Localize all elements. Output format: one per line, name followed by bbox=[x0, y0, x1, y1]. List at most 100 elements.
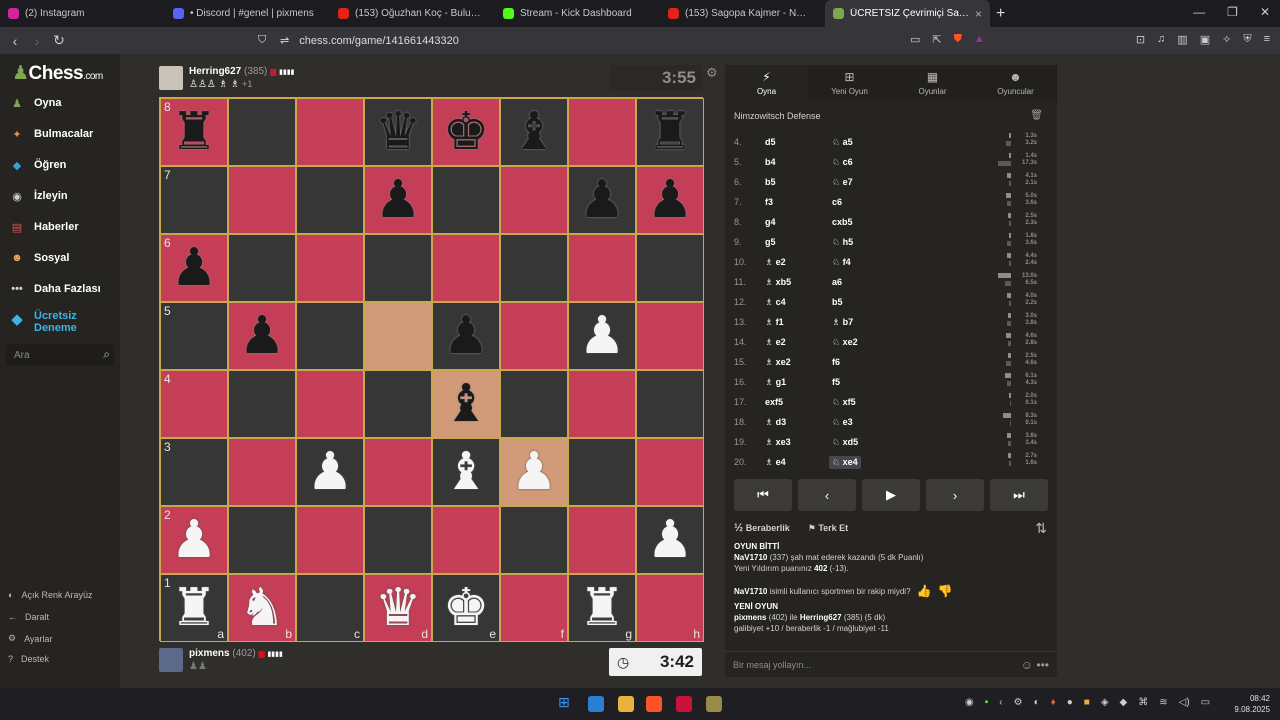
menu-icon[interactable]: ≡ bbox=[1264, 33, 1270, 46]
emoji-icon[interactable]: ☺ bbox=[1021, 658, 1033, 672]
more-options-icon[interactable]: ••• bbox=[1036, 658, 1049, 672]
bookmark-icon[interactable]: ⛉ bbox=[258, 34, 266, 47]
square-c5[interactable] bbox=[296, 302, 364, 370]
system-clock[interactable]: 08:42 9.08.2025 bbox=[1234, 693, 1270, 715]
file-explorer-icon[interactable] bbox=[618, 696, 634, 712]
square-c7[interactable] bbox=[296, 166, 364, 234]
next-move-button[interactable]: › bbox=[926, 479, 984, 511]
black-piece-icon[interactable]: ♟ bbox=[171, 242, 218, 294]
black-piece-icon[interactable]: ♝ bbox=[443, 378, 490, 430]
square-f3[interactable]: ♟ bbox=[500, 438, 568, 506]
square-h5[interactable] bbox=[636, 302, 704, 370]
app-icon[interactable] bbox=[676, 696, 692, 712]
square-d7[interactable]: ♟ bbox=[364, 166, 432, 234]
square-f5[interactable] bbox=[500, 302, 568, 370]
chat-input[interactable]: Bir mesaj yollayın... ☺ ••• bbox=[725, 651, 1057, 677]
restore-icon[interactable]: ❐ bbox=[1227, 5, 1238, 19]
app-icon[interactable] bbox=[706, 696, 722, 712]
tray-icon[interactable]: ◆ bbox=[1120, 697, 1128, 708]
black-piece-icon[interactable]: ♚ bbox=[443, 106, 490, 158]
minimize-icon[interactable]: — bbox=[1193, 5, 1205, 19]
white-move[interactable]: b5 bbox=[765, 177, 776, 187]
tray-icon[interactable]: ♦ bbox=[1051, 697, 1056, 708]
sidebar-item-free-trial[interactable]: ◆ Ücretsiz Deneme bbox=[8, 310, 77, 334]
black-piece-icon[interactable]: ♛ bbox=[375, 106, 422, 158]
square-c2[interactable] bbox=[296, 506, 364, 574]
black-move[interactable]: cxb5 bbox=[832, 217, 853, 227]
bottom-player-name[interactable]: pixmens bbox=[189, 648, 230, 659]
white-piece-icon[interactable]: ♟ bbox=[647, 514, 694, 566]
forward-icon[interactable]: › bbox=[26, 33, 48, 49]
first-move-button[interactable]: ⏮ bbox=[734, 479, 792, 511]
new-tab-button[interactable]: + bbox=[996, 5, 1005, 23]
chesscom-logo[interactable]: ♟Chess.com bbox=[12, 62, 103, 85]
square-a8[interactable]: 8 ♜ bbox=[160, 98, 228, 166]
black-move[interactable]: f6 bbox=[832, 357, 840, 367]
black-piece-icon[interactable]: ♟ bbox=[375, 174, 422, 226]
support-button[interactable]: ? Destek bbox=[8, 654, 49, 664]
opening-name[interactable]: Nimzowitsch Defense bbox=[734, 111, 821, 121]
winner-name[interactable]: NaV1710 bbox=[734, 553, 767, 562]
white-move[interactable]: ♗ xe2 bbox=[765, 357, 791, 368]
browser-tab[interactable]: Stream - Kick Dashboard bbox=[495, 0, 660, 27]
white-piece-icon[interactable]: ♟ bbox=[171, 514, 218, 566]
widgets-icon[interactable] bbox=[588, 696, 604, 712]
square-g1[interactable]: g ♜ bbox=[568, 574, 636, 642]
square-f7[interactable] bbox=[500, 166, 568, 234]
black-move[interactable]: b5 bbox=[832, 297, 843, 307]
white-move[interactable]: ♗ xe3 bbox=[765, 437, 791, 448]
square-e2[interactable] bbox=[432, 506, 500, 574]
volume-icon[interactable]: ◁) bbox=[1179, 697, 1190, 708]
square-f6[interactable] bbox=[500, 234, 568, 302]
tray-icon[interactable]: ⌘ bbox=[1138, 697, 1148, 708]
tray-icon[interactable]: ◐ bbox=[1034, 697, 1040, 708]
square-a6[interactable]: 6 ♟ bbox=[160, 234, 228, 302]
black-move[interactable]: ♘ xd5 bbox=[832, 437, 858, 448]
white-move[interactable]: b4 bbox=[765, 157, 776, 167]
black-piece-icon[interactable]: ♜ bbox=[647, 106, 694, 158]
black-move[interactable]: ♘ e3 bbox=[832, 417, 853, 428]
play-button[interactable]: ▶ bbox=[862, 479, 920, 511]
white-move[interactable]: ♗ e4 bbox=[765, 457, 786, 468]
browser-tab[interactable]: ÜCRETSİZ Çevrimiçi Satranç (× bbox=[825, 0, 990, 27]
square-h8[interactable]: ♜ bbox=[636, 98, 704, 166]
last-move-button[interactable]: ⏭ bbox=[990, 479, 1048, 511]
square-c4[interactable] bbox=[296, 370, 364, 438]
rewards-icon[interactable]: ▲ bbox=[974, 33, 985, 46]
black-move[interactable]: ♗ b7 bbox=[832, 317, 853, 328]
black-move[interactable]: a6 bbox=[832, 277, 842, 287]
square-e4[interactable]: ♝ bbox=[432, 370, 500, 438]
square-a1[interactable]: 1 a ♜ bbox=[160, 574, 228, 642]
move-list[interactable]: 4. d5 ♘ a5 1.3s 3.2s 5. b4 ♘ c6 1.4s 17.3s 6. b5 ♘ e… bbox=[725, 132, 1057, 469]
square-a2[interactable]: 2 ♟ bbox=[160, 506, 228, 574]
square-d3[interactable] bbox=[364, 438, 432, 506]
white-move[interactable]: ♗ d3 bbox=[765, 417, 786, 428]
white-move[interactable]: d5 bbox=[765, 137, 776, 147]
square-d4[interactable] bbox=[364, 370, 432, 438]
sidebar-item-4[interactable]: ◉ İzleyin bbox=[8, 187, 67, 205]
square-h7[interactable]: ♟ bbox=[636, 166, 704, 234]
sidebar-item-1[interactable]: ♟ Oyna bbox=[8, 94, 61, 112]
square-f4[interactable] bbox=[500, 370, 568, 438]
sidebar-item-2[interactable]: ✦ Bulmacalar bbox=[8, 125, 93, 143]
square-c6[interactable] bbox=[296, 234, 364, 302]
browser-tab[interactable]: (153) Sagopa Kajmer - Neyse - Ya bbox=[660, 0, 825, 27]
panel-tab-1[interactable]: ⚡ Oyna bbox=[725, 65, 808, 101]
draw-button[interactable]: ½ Beraberlik bbox=[734, 522, 790, 534]
windows-start-icon[interactable]: ⊞ bbox=[558, 694, 574, 710]
tray-icon[interactable]: ‹ bbox=[999, 697, 1002, 708]
previous-move-button[interactable]: ‹ bbox=[798, 479, 856, 511]
square-a3[interactable]: 3 bbox=[160, 438, 228, 506]
flip-board-icon[interactable]: ⇅ bbox=[1035, 520, 1047, 537]
brave-browser-icon[interactable] bbox=[646, 696, 662, 712]
white-piece-icon[interactable]: ♟ bbox=[579, 310, 626, 362]
white-move[interactable]: ♗ c4 bbox=[765, 297, 786, 308]
black-move[interactable]: c6 bbox=[832, 197, 842, 207]
square-b2[interactable] bbox=[228, 506, 296, 574]
white-piece-icon[interactable]: ♞ bbox=[239, 582, 286, 634]
tray-icon[interactable]: ◈ bbox=[1101, 697, 1109, 708]
board-settings-icon[interactable]: ⚙ bbox=[706, 65, 718, 81]
square-c3[interactable]: ♟ bbox=[296, 438, 364, 506]
thumbs-up-icon[interactable]: 👍 bbox=[917, 585, 932, 597]
panel-tab-4[interactable]: ☻ Oyuncular bbox=[974, 65, 1057, 101]
